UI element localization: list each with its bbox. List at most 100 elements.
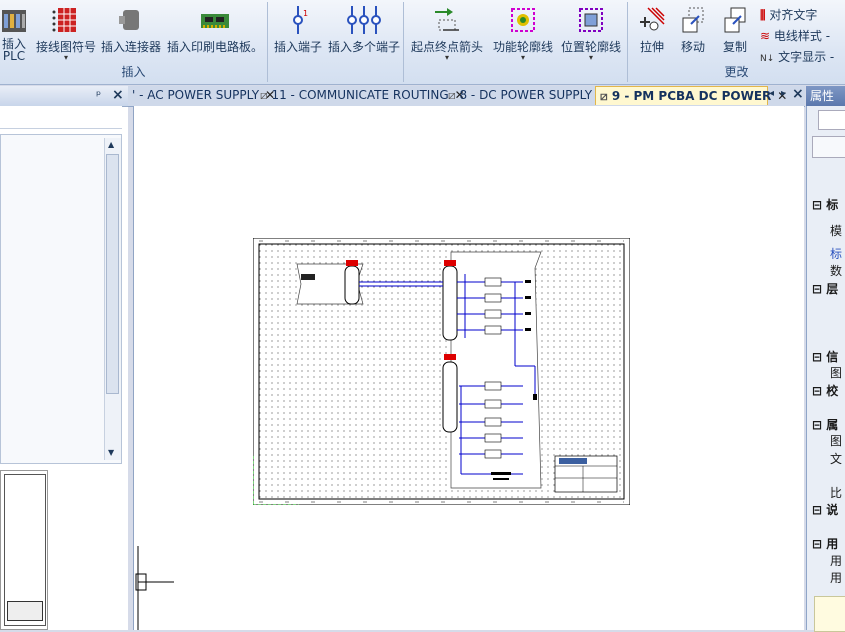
insert-connector-label: 插入连接器: [100, 40, 161, 54]
ucs-icon: [135, 546, 174, 630]
modify-group: 拉伸 移动 复制 ⫼ 对齐文字 ≋ 电线样式 - N↓ 文字显示 - 更改: [628, 2, 845, 82]
insert-group: 插入 PLC 接线图符号 ▾ 插入连接器 插入印刷电路板。 插入: [0, 2, 268, 82]
terminal-group: 1 插入端子 插入多个端子: [268, 2, 404, 82]
chevron-down-icon: ▾: [520, 53, 525, 62]
copy-button[interactable]: 复制: [718, 6, 752, 55]
thumbnail-title-block: [7, 601, 43, 621]
collapse-icon[interactable]: ⊟ 校: [812, 382, 838, 399]
properties-title: 属性: [806, 86, 845, 106]
stretch-button[interactable]: 拉伸: [634, 6, 670, 55]
location-outline-label: 位置轮廓线: [560, 40, 621, 54]
tab-dc-power-supply[interactable]: ⧄ 8 - DC POWER SUPPLY✕: [444, 86, 612, 105]
tab-communicate-routing[interactable]: ⧄ 11 - COMMUNICATE ROUTING ✕: [256, 86, 469, 105]
property-row: 说: [826, 503, 839, 517]
insert-group-label: 插入: [121, 65, 146, 79]
insert-pcb-label: 插入印刷电路板。: [166, 40, 263, 54]
property-row: 图: [830, 366, 843, 380]
insert-plc-label: 插入 PLC: [1, 37, 26, 63]
function-outline-button[interactable]: 功能轮廓线 ▾: [490, 6, 556, 62]
scroll-up-icon[interactable]: ▲: [108, 140, 114, 149]
align-text-icon: ⫼: [760, 8, 766, 22]
start-end-arrow-button[interactable]: 起点终点箭头 ▾: [408, 6, 486, 62]
wire-style-label: 电线样式 -: [773, 29, 831, 43]
tab-label: 9 - PM PCBA DC POWER: [611, 89, 772, 103]
chevron-down-icon: ▾: [63, 53, 68, 62]
copy-icon: [724, 7, 746, 33]
move-button[interactable]: 移动: [676, 6, 710, 55]
insert-plc-button[interactable]: 插入 PLC: [0, 6, 28, 62]
tab-label: ' - AC POWER SUPPLY: [132, 88, 260, 102]
start-end-arrow-icon: [435, 8, 459, 31]
property-row: 信: [826, 350, 839, 364]
collapse-icon[interactable]: ⊟ 说: [812, 501, 838, 518]
left-panel-header: ᵖ ×: [0, 86, 128, 107]
home-icon[interactable]: [818, 110, 845, 130]
insert-connector-button[interactable]: 插入连接器: [100, 6, 162, 55]
close-icon[interactable]: ×: [112, 87, 124, 103]
property-row: 比: [830, 486, 843, 500]
scroll-down-icon[interactable]: ▼: [108, 448, 114, 457]
start-end-arrow-label: 起点终点箭头: [410, 40, 483, 54]
property-row: 层: [826, 282, 839, 296]
close-all-tabs-icon[interactable]: ×: [792, 86, 804, 102]
collapse-icon[interactable]: ⊟ 层: [812, 280, 838, 297]
tab-prev-icon[interactable]: ◂: [769, 88, 774, 99]
stretch-label: 拉伸: [639, 40, 664, 54]
drawing-icon: ⧄: [260, 88, 268, 102]
chevron-down-icon: ▾: [444, 53, 449, 62]
tab-label: 8 - DC POWER SUPPLY: [459, 88, 593, 102]
move-label: 移动: [680, 40, 705, 54]
wiring-symbol-button[interactable]: 接线图符号 ▾: [36, 6, 97, 62]
property-row: 用: [830, 571, 843, 585]
insert-pcb-button[interactable]: 插入印刷电路板。: [166, 6, 264, 55]
align-text-label: 对齐文字: [769, 8, 818, 22]
wiring-symbol-label: 接线图符号: [36, 40, 97, 54]
insert-terminal-button[interactable]: 1 插入端子: [272, 6, 324, 55]
collapse-icon[interactable]: ⊟ 信: [812, 348, 838, 365]
stretch-icon: [640, 7, 665, 31]
outline-group: 起点终点箭头 ▾ 功能轮廓线 ▾ 位置轮廓线 ▾: [404, 2, 628, 82]
wire-style-icon: ≋: [760, 29, 771, 43]
property-row: 用: [826, 537, 839, 551]
function-outline-icon: [511, 8, 535, 32]
drawing-icon: ⧄: [448, 88, 456, 102]
vertical-scrollbar[interactable]: ▲ ▼: [104, 138, 121, 460]
wiring-symbol-icon: [52, 8, 76, 32]
chevron-down-icon: ▾: [588, 53, 593, 62]
property-row: 标: [830, 247, 843, 261]
tab-pm-pcba-dc-power[interactable]: ⧄ 9 - PM PCBA DC POWER ✕: [595, 86, 787, 105]
insert-terminal-label: 插入端子: [273, 40, 322, 54]
align-text-button[interactable]: ⫼ 对齐文字: [760, 6, 817, 23]
property-row: 数: [830, 264, 843, 278]
tab-next-icon[interactable]: ▸: [781, 88, 786, 99]
location-outline-button[interactable]: 位置轮廓线 ▾: [558, 6, 624, 62]
property-row: 用: [830, 554, 843, 568]
schematic-drawing[interactable]: [253, 238, 630, 505]
document-icon[interactable]: [812, 136, 845, 158]
property-description-box: [814, 596, 845, 632]
collapse-icon[interactable]: ⊟ 标: [812, 196, 838, 213]
plc-icon: [2, 10, 26, 32]
collapse-icon[interactable]: ⊟ 属: [812, 416, 838, 433]
pin-icon[interactable]: ᵖ: [96, 88, 101, 102]
function-outline-label: 功能轮廓线: [492, 40, 553, 54]
property-row: 属: [826, 418, 839, 432]
left-panel-toolbar: [0, 106, 122, 129]
collapse-icon[interactable]: ⊟ 用: [812, 535, 838, 552]
property-row: 标: [826, 198, 839, 212]
multiple-terminals-icon: [347, 6, 381, 34]
scrollbar-thumb[interactable]: [106, 154, 119, 394]
wire-style-button[interactable]: ≋ 电线样式 -: [760, 27, 830, 44]
location-outline-icon: [579, 8, 603, 32]
terminal-icon: 1: [293, 6, 308, 34]
text-display-label: 文字显示 -: [778, 50, 835, 64]
property-row: 文: [830, 452, 843, 466]
insert-multiple-terminals-label: 插入多个端子: [327, 40, 400, 54]
property-row: 图: [830, 434, 843, 448]
copy-label: 复制: [722, 40, 747, 54]
ribbon: 插入 PLC 接线图符号 ▾ 插入连接器 插入印刷电路板。 插入 1 插入端子 …: [0, 0, 845, 85]
drawing-thumbnail[interactable]: [0, 470, 48, 630]
property-row: 模: [830, 224, 843, 238]
insert-multiple-terminals-button[interactable]: 插入多个端子: [326, 6, 402, 55]
document-tab-bar: ' - AC POWER SUPPLY ✕ ⧄ 11 - COMMUNICATE …: [128, 86, 805, 107]
